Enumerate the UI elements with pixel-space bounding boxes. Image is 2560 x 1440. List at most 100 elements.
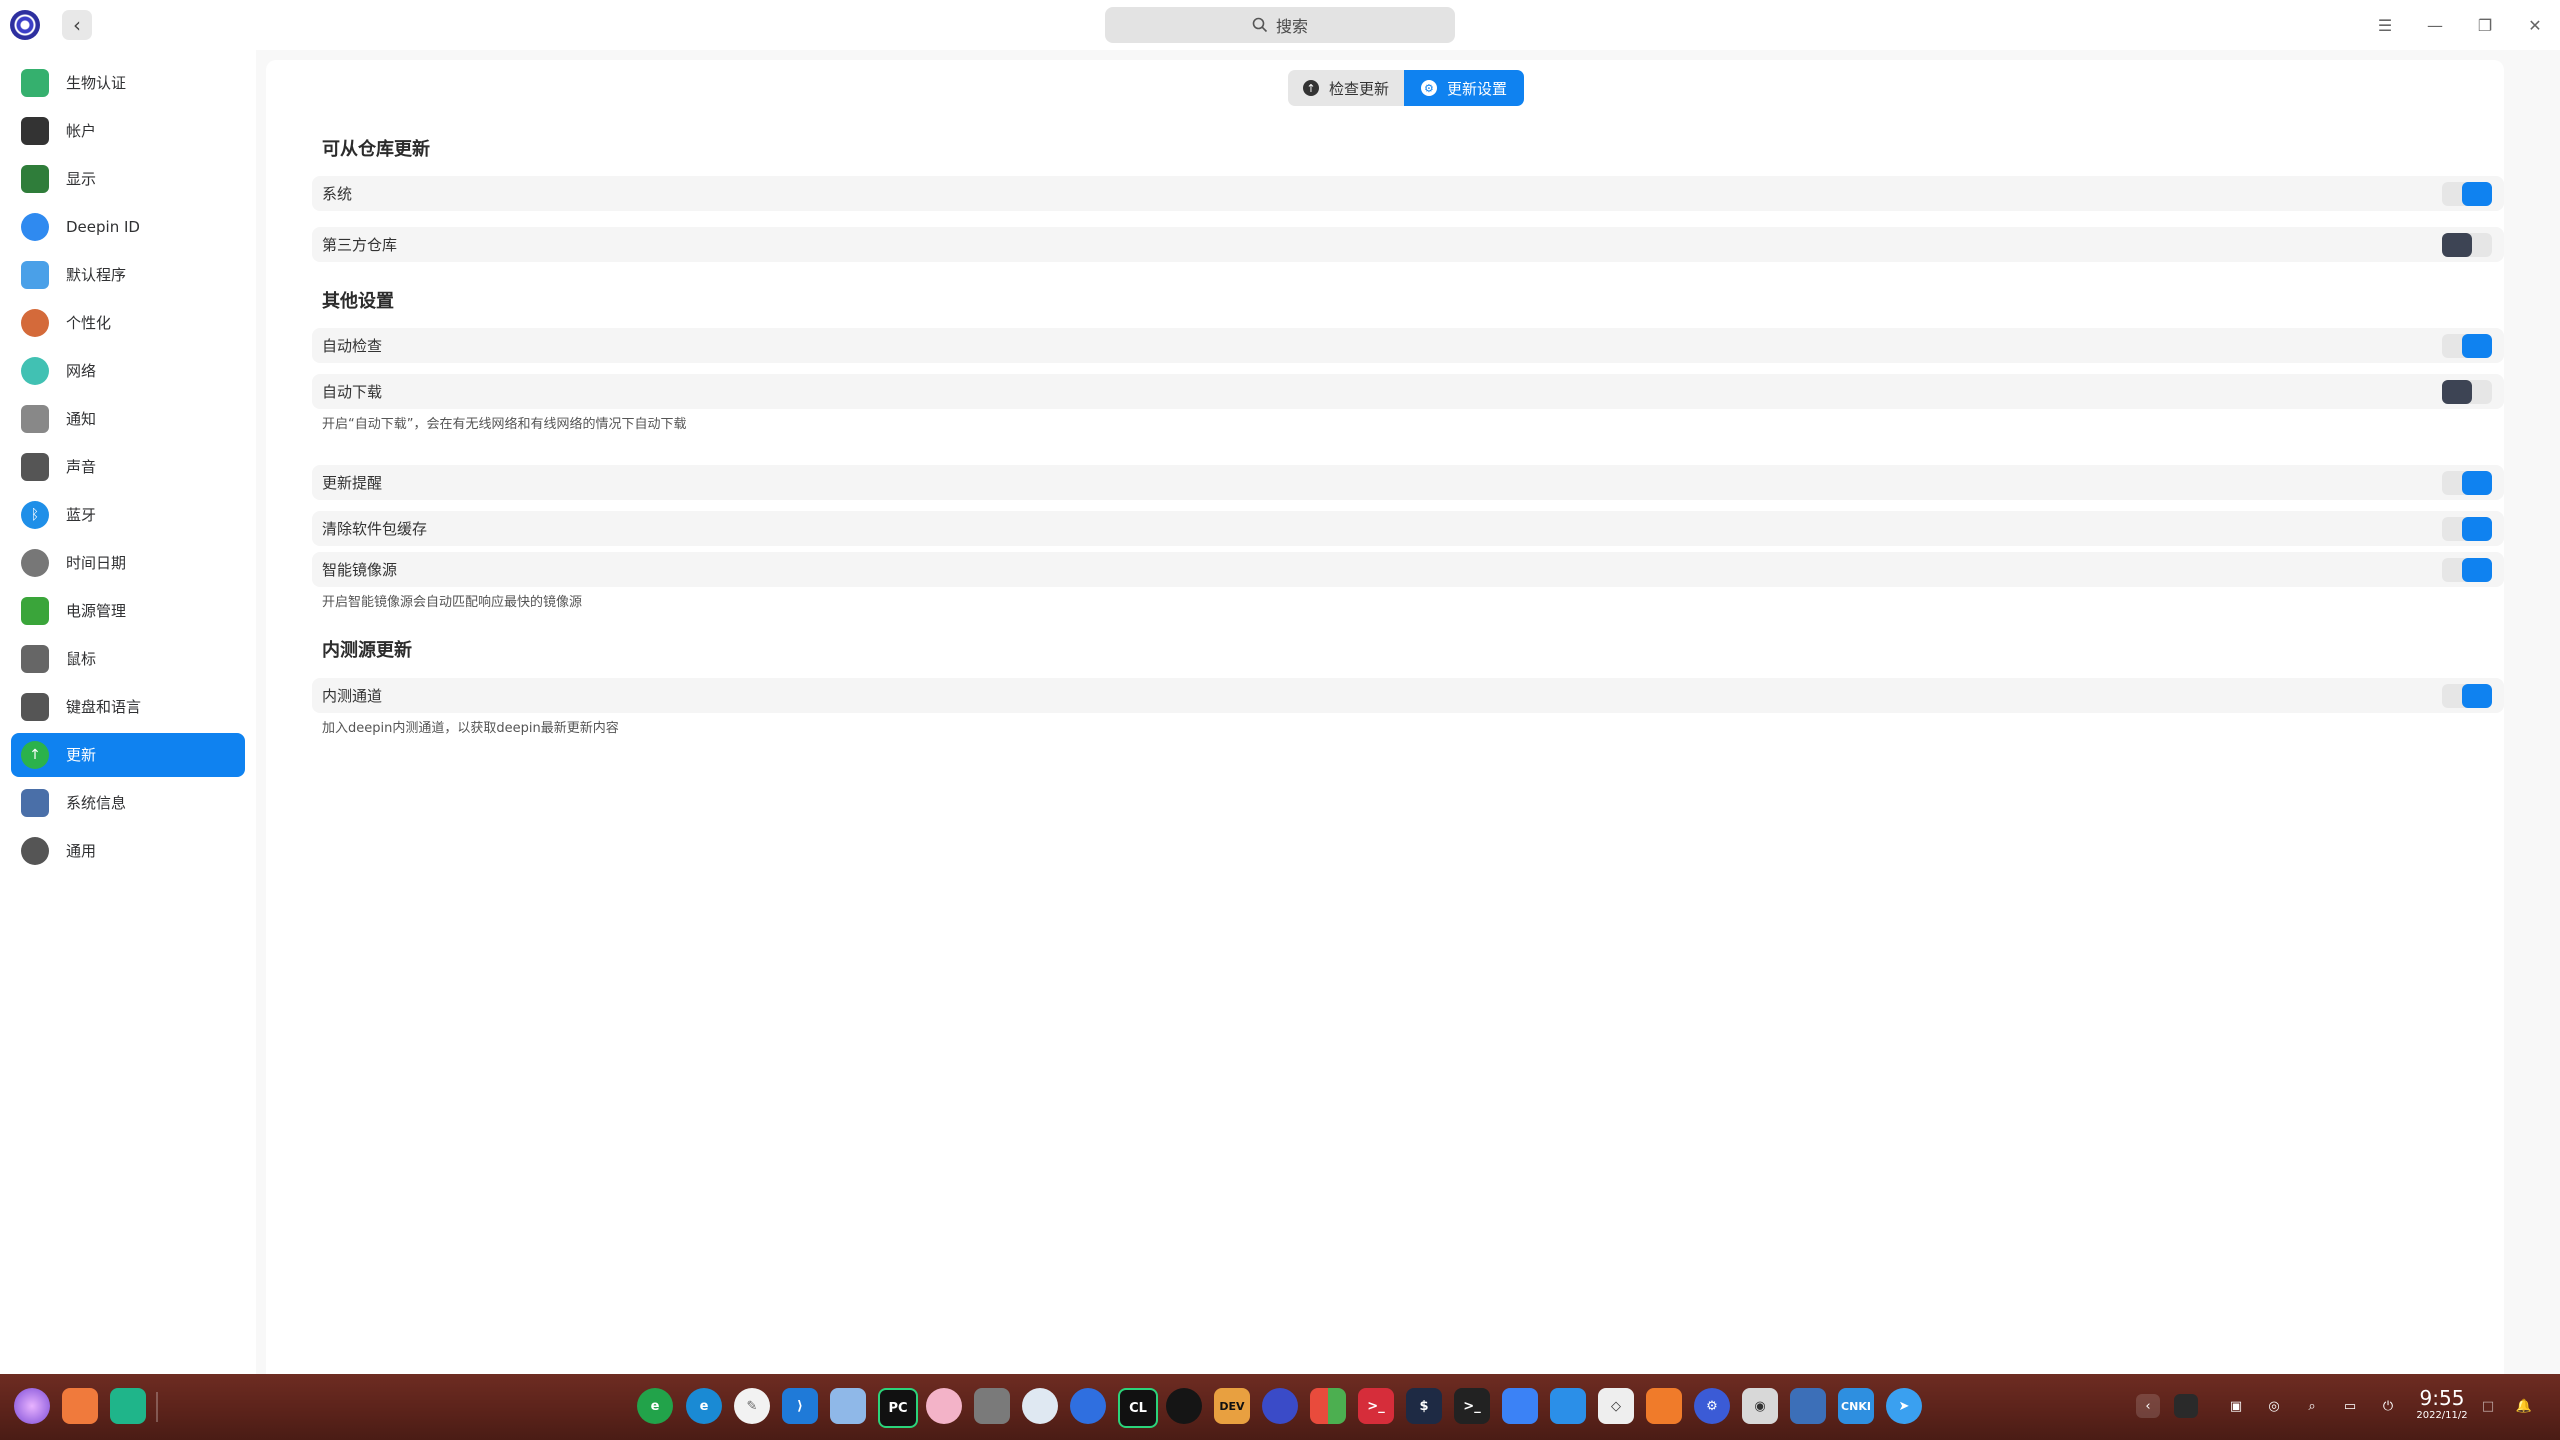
draw-app-icon[interactable]: ✎ [734,1388,770,1424]
setting-row-smart-mirror: 智能镜像源 [312,552,2504,587]
network-icon [21,357,49,385]
sidebar-item-15[interactable]: 系统信息 [11,781,245,825]
sidebar-item-16[interactable]: 通用 [11,829,245,873]
sidebar-item-label: 时间日期 [66,554,127,572]
auto-check-toggle[interactable] [2442,334,2492,358]
qq-icon[interactable] [1166,1388,1202,1424]
pig-app-icon[interactable] [926,1388,962,1424]
control-center-icon[interactable]: ⚙ [1694,1388,1730,1424]
auto-download-hint: 开启“自动下载”，会在有无线网络和有线网络的情况下自动下载 [322,417,687,432]
sidebar-item-0[interactable]: 生物认证 [11,61,245,105]
notification-tray-icon[interactable]: 🔔 [2512,1394,2536,1418]
tray-collapse-icon[interactable]: ‹ [2136,1394,2160,1418]
system-toggle[interactable] [2442,182,2492,206]
menu-icon: ☰ [2377,15,2393,35]
speaker-icon [21,453,49,481]
setting-label: 第三方仓库 [322,236,398,254]
tab-check-update[interactable]: ↑ 检查更新 [1288,70,1404,106]
calendar-app-icon[interactable] [1646,1388,1682,1424]
assistant-tray-icon[interactable]: ◎ [2262,1394,2286,1418]
pycharm-icon[interactable]: PC [878,1388,918,1428]
sidebar-item-7[interactable]: 通知 [11,397,245,441]
third-party-toggle[interactable] [2442,233,2492,257]
minimize-button[interactable]: — [2422,12,2448,38]
setting-row-clear-cache: 清除软件包缓存 [312,511,2504,546]
sidebar-item-1[interactable]: 帐户 [11,109,245,153]
keyboard-tray-icon[interactable]: ▭ [2338,1394,2362,1418]
system-info-icon [21,789,49,817]
update-reminder-toggle[interactable] [2442,471,2492,495]
app-store-icon[interactable] [1502,1388,1538,1424]
clock-time: 9:55 [2419,1386,2465,1410]
sidebar-item-9[interactable]: ᛒ 蓝牙 [11,493,245,537]
monitor-app-icon[interactable] [1262,1388,1298,1424]
gimp-icon[interactable] [974,1388,1010,1424]
search-placeholder: 搜索 [1275,17,1308,36]
feishu-icon[interactable]: ➤ [1886,1388,1922,1424]
clipboard-app-icon[interactable] [830,1388,866,1424]
tab-update-settings[interactable]: ⚙ 更新设置 [1404,70,1524,106]
file-manager-icon[interactable] [1550,1388,1586,1424]
screenshot-app-icon[interactable] [1790,1388,1826,1424]
check-update-icon: ↑ [1302,80,1319,96]
edge-dev-icon[interactable]: e [637,1388,673,1424]
sidebar-item-3[interactable]: Deepin ID [11,205,245,249]
screenshot-tray-icon[interactable]: ▣ [2224,1394,2248,1418]
sidebar-item-6[interactable]: 网络 [11,349,245,393]
setting-row-internal-channel: 内测通道 [312,678,2504,713]
clock-icon [21,549,49,577]
cnki-icon[interactable]: CNKI [1838,1388,1874,1424]
compass-app-icon[interactable] [1070,1388,1106,1424]
menu-button[interactable]: ☰ [2372,12,2398,38]
power-tray-icon[interactable]: ⏻ [2376,1394,2400,1418]
maximize-button[interactable]: ❐ [2472,12,2498,38]
smart-mirror-toggle[interactable] [2442,558,2492,582]
multitask-view-icon[interactable] [62,1388,98,1424]
unity-icon[interactable]: ◇ [1598,1388,1634,1424]
vscode-icon[interactable]: ⟩ [782,1388,818,1424]
sidebar: 生物认证 帐户 显示 Deepin ID 默认程序个性化网络通知声音 ᛒ 蓝牙时间日期电源管… [0,50,256,1374]
internal-section-title: 内测源更新 [322,640,412,661]
close-button[interactable]: ✕ [2522,12,2548,38]
internal-channel-toggle[interactable] [2442,684,2492,708]
terminal-icon[interactable]: >_ [1454,1388,1490,1424]
sidebar-item-14[interactable]: ↑ 更新 [11,733,245,777]
terminal-dark-icon[interactable]: $ [1406,1388,1442,1424]
toggle-knob [2462,517,2492,541]
edge-icon[interactable]: e [686,1388,722,1424]
setting-label: 清除软件包缓存 [322,520,428,538]
setting-label: 内测通道 [322,687,383,705]
search-input[interactable]: 搜索 [1105,7,1455,43]
back-button[interactable]: ‹ [62,10,92,40]
setting-label: 系统 [322,185,353,203]
bluetooth-icon: ᛒ [21,501,49,529]
clear-cache-toggle[interactable] [2442,517,2492,541]
devtools-icon[interactable]: DEV [1214,1388,1250,1424]
launcher-icon[interactable] [14,1388,50,1424]
workspace-icon[interactable] [110,1388,146,1424]
browser-icon[interactable] [1022,1388,1058,1424]
clock[interactable]: 9:55 2022/11/2 [2412,1386,2472,1422]
chevron-left-icon: ‹ [73,13,81,37]
camera-icon[interactable]: ◉ [1742,1388,1778,1424]
color-app-icon[interactable] [1310,1388,1346,1424]
sidebar-item-4[interactable]: 默认程序 [11,253,245,297]
sidebar-item-2[interactable]: 显示 [11,157,245,201]
toggle-knob [2462,334,2492,358]
sidebar-item-11[interactable]: 电源管理 [11,589,245,633]
auto-download-toggle[interactable] [2442,380,2492,404]
sidebar-item-label: 默认程序 [66,266,127,284]
trash-tray-icon[interactable]: □ [2476,1394,2500,1418]
sidebar-item-12[interactable]: 鼠标 [11,637,245,681]
search-tray-icon[interactable]: ⌕ [2300,1394,2324,1418]
terminal-red-icon[interactable]: >_ [1358,1388,1394,1424]
sidebar-item-8[interactable]: 声音 [11,445,245,489]
sidebar-item-5[interactable]: 个性化 [11,301,245,345]
sidebar-item-label: 网络 [66,362,97,380]
sidebar-item-10[interactable]: 时间日期 [11,541,245,585]
clion-icon[interactable]: CL [1118,1388,1158,1428]
sidebar-item-13[interactable]: 键盘和语言 [11,685,245,729]
sidebar-item-label: 通知 [66,410,97,428]
tray-app-icon[interactable] [2174,1394,2198,1418]
setting-label: 自动检查 [322,337,383,355]
